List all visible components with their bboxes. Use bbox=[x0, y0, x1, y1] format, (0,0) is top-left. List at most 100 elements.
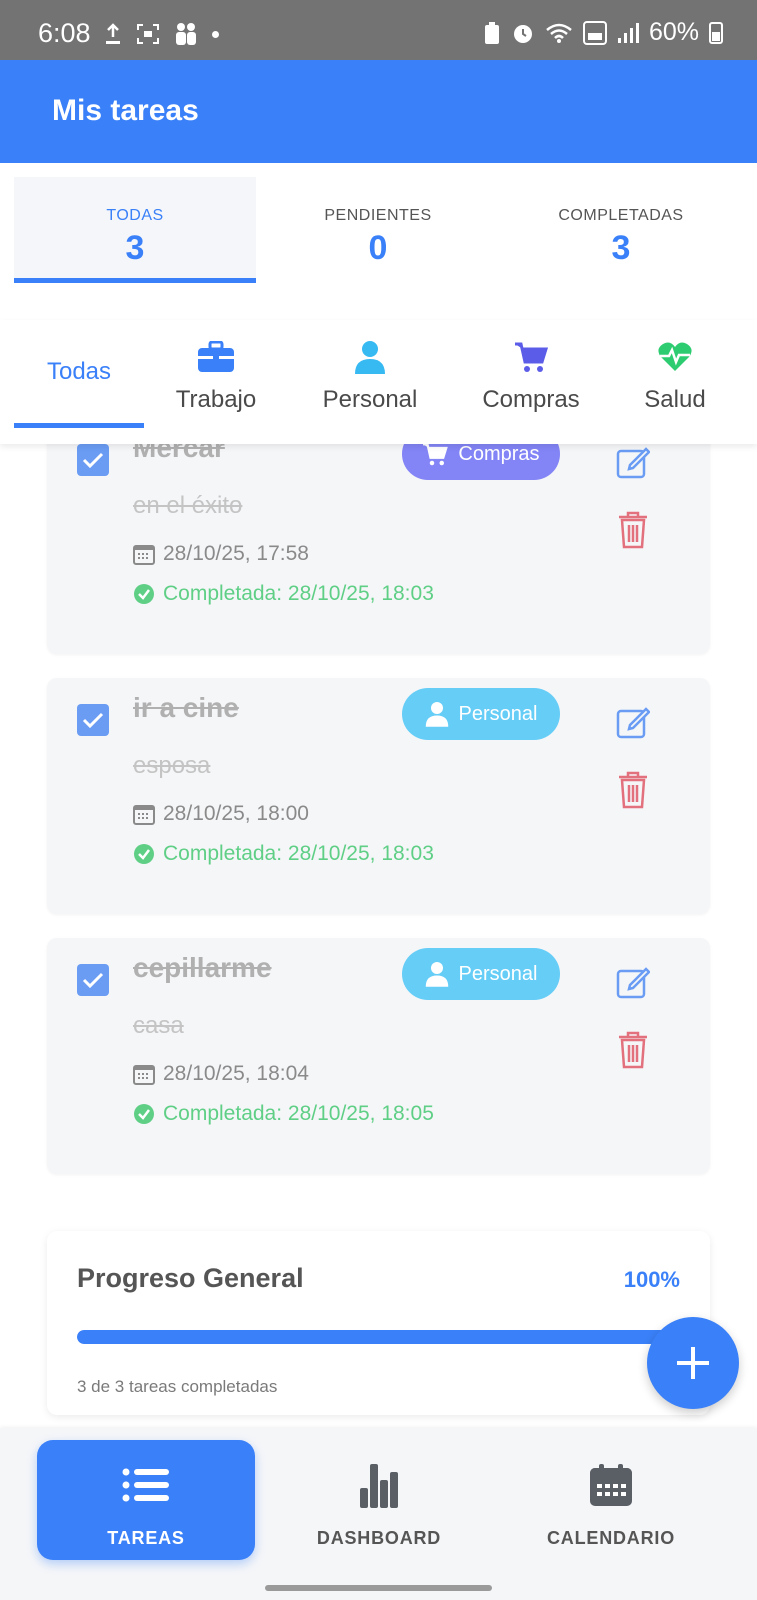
battery-icon bbox=[709, 21, 723, 44]
status-bar: 6:08 60% bbox=[0, 0, 757, 60]
briefcase-icon bbox=[198, 341, 234, 372]
tab-label: Todas bbox=[46, 358, 112, 385]
stat-pendientes[interactable]: PENDIENTES 0 bbox=[257, 177, 499, 283]
battery-percent: 60% bbox=[648, 18, 699, 46]
category-badge: Personal bbox=[402, 688, 560, 740]
tab-label: Salud bbox=[644, 386, 706, 413]
trash-icon bbox=[619, 511, 647, 549]
stat-count: 3 bbox=[125, 229, 145, 267]
tab-label: Personal bbox=[322, 386, 418, 413]
nav-tareas[interactable]: TAREAS bbox=[37, 1440, 255, 1560]
category-tabs: Todas Trabajo Personal Compras Salud bbox=[0, 320, 757, 444]
stat-completadas[interactable]: COMPLETADAS 3 bbox=[500, 177, 742, 283]
edit-icon bbox=[616, 967, 650, 999]
delete-button[interactable] bbox=[613, 1028, 653, 1072]
edit-button[interactable] bbox=[613, 444, 653, 482]
person-icon bbox=[425, 702, 448, 727]
wifi-icon bbox=[546, 23, 572, 43]
task-card[interactable]: cepillarme Personal casa 28/10/25, 18:04… bbox=[47, 938, 710, 1174]
nav-label: TAREAS bbox=[107, 1528, 185, 1548]
check-icon bbox=[82, 712, 104, 729]
cart-icon bbox=[515, 342, 548, 372]
task-date: 28/10/25, 18:04 bbox=[133, 1062, 309, 1086]
page-title: Mis tareas bbox=[52, 94, 199, 127]
tab-personal[interactable]: Personal bbox=[306, 340, 434, 414]
list-icon bbox=[122, 1468, 169, 1502]
tab-label: Trabajo bbox=[175, 386, 257, 413]
tab-trabajo[interactable]: Trabajo bbox=[160, 340, 272, 414]
person-icon bbox=[355, 341, 385, 374]
home-indicator[interactable] bbox=[265, 1585, 492, 1591]
task-description: en el éxito bbox=[133, 492, 243, 519]
stats-filter-bar: TODAS 3 PENDIENTES 0 COMPLETADAS 3 bbox=[0, 163, 757, 293]
task-title: Mercar bbox=[133, 444, 225, 463]
plus-icon bbox=[677, 1347, 709, 1379]
task-list[interactable]: Mercar Compras en el éxito 28/10/25, 17:… bbox=[0, 444, 757, 1428]
status-system-icons: 60% bbox=[483, 18, 723, 47]
check-icon bbox=[82, 972, 104, 989]
person-icon bbox=[425, 962, 448, 987]
check-circle-icon bbox=[134, 1104, 154, 1124]
task-card[interactable]: ir a cine Personal esposa 28/10/25, 18:0… bbox=[47, 678, 710, 914]
progress-subtitle: 3 de 3 tareas completadas bbox=[77, 1377, 278, 1396]
progress-bar bbox=[77, 1330, 680, 1344]
task-checkbox[interactable] bbox=[77, 964, 109, 996]
signal-icon bbox=[617, 22, 639, 43]
cart-icon bbox=[423, 444, 449, 466]
check-circle-icon bbox=[134, 584, 154, 604]
task-checkbox[interactable] bbox=[77, 704, 109, 736]
stat-count: 0 bbox=[368, 229, 388, 267]
trash-icon bbox=[619, 771, 647, 809]
people-icon bbox=[176, 23, 196, 45]
stat-todas[interactable]: TODAS 3 bbox=[14, 177, 256, 283]
task-completed-text: Completada: 28/10/25, 18:03 bbox=[163, 582, 434, 605]
edit-icon bbox=[616, 707, 650, 739]
task-date: 28/10/25, 17:58 bbox=[133, 542, 309, 566]
progress-card: Progreso General 100% 3 de 3 tareas comp… bbox=[47, 1231, 710, 1415]
task-completed: Completada: 28/10/25, 18:03 bbox=[133, 582, 434, 606]
tab-todas[interactable]: Todas bbox=[14, 320, 144, 428]
badge-label: Personal bbox=[458, 962, 538, 985]
category-badge: Personal bbox=[402, 948, 560, 1000]
tab-salud[interactable]: Salud bbox=[632, 340, 718, 414]
nav-calendario[interactable]: CALENDARIO bbox=[502, 1440, 720, 1560]
progress-percent: 100% bbox=[623, 1267, 680, 1292]
task-card[interactable]: Mercar Compras en el éxito 28/10/25, 17:… bbox=[47, 444, 710, 654]
status-notification-icons bbox=[104, 22, 219, 46]
stat-label: COMPLETADAS bbox=[558, 207, 684, 224]
task-completed-text: Completada: 28/10/25, 18:03 bbox=[163, 842, 434, 865]
task-checkbox[interactable] bbox=[77, 444, 109, 476]
edit-button[interactable] bbox=[613, 702, 653, 742]
screenshot-icon bbox=[137, 24, 159, 44]
task-date-text: 28/10/25, 18:04 bbox=[163, 1062, 309, 1085]
task-title: cepillarme bbox=[133, 952, 272, 983]
badge-label: Personal bbox=[458, 702, 538, 725]
task-completed: Completada: 28/10/25, 18:03 bbox=[133, 842, 434, 866]
calendar-icon bbox=[133, 1065, 155, 1085]
status-time: 6:08 bbox=[38, 18, 91, 48]
upload-icon bbox=[106, 23, 120, 44]
volte-4g-icon bbox=[582, 20, 607, 45]
edit-button[interactable] bbox=[613, 962, 653, 1002]
calendar-icon bbox=[133, 805, 155, 825]
edit-icon bbox=[616, 447, 650, 479]
stat-label: PENDIENTES bbox=[324, 207, 432, 224]
bottom-nav: TAREAS DASHBOARD CALENDARIO bbox=[0, 1428, 757, 1600]
delete-button[interactable] bbox=[613, 508, 653, 552]
nav-label: DASHBOARD bbox=[316, 1528, 442, 1548]
tab-compras[interactable]: Compras bbox=[470, 340, 592, 414]
badge-label: Compras bbox=[458, 444, 540, 465]
battery-saver-icon bbox=[484, 21, 499, 44]
stat-label: TODAS bbox=[106, 207, 164, 224]
nav-label: CALENDARIO bbox=[547, 1528, 675, 1548]
app-bar: Mis tareas bbox=[0, 60, 757, 163]
tab-label: Compras bbox=[482, 386, 580, 413]
delete-button[interactable] bbox=[613, 768, 653, 812]
heartbeat-icon bbox=[658, 342, 692, 371]
task-completed-text: Completada: 28/10/25, 18:05 bbox=[163, 1102, 434, 1125]
progress-bar-fill bbox=[77, 1330, 680, 1344]
add-task-button[interactable] bbox=[647, 1317, 739, 1409]
task-date-text: 28/10/25, 18:00 bbox=[163, 802, 309, 825]
nav-dashboard[interactable]: DASHBOARD bbox=[270, 1440, 488, 1560]
notification-dot-icon bbox=[212, 30, 219, 38]
